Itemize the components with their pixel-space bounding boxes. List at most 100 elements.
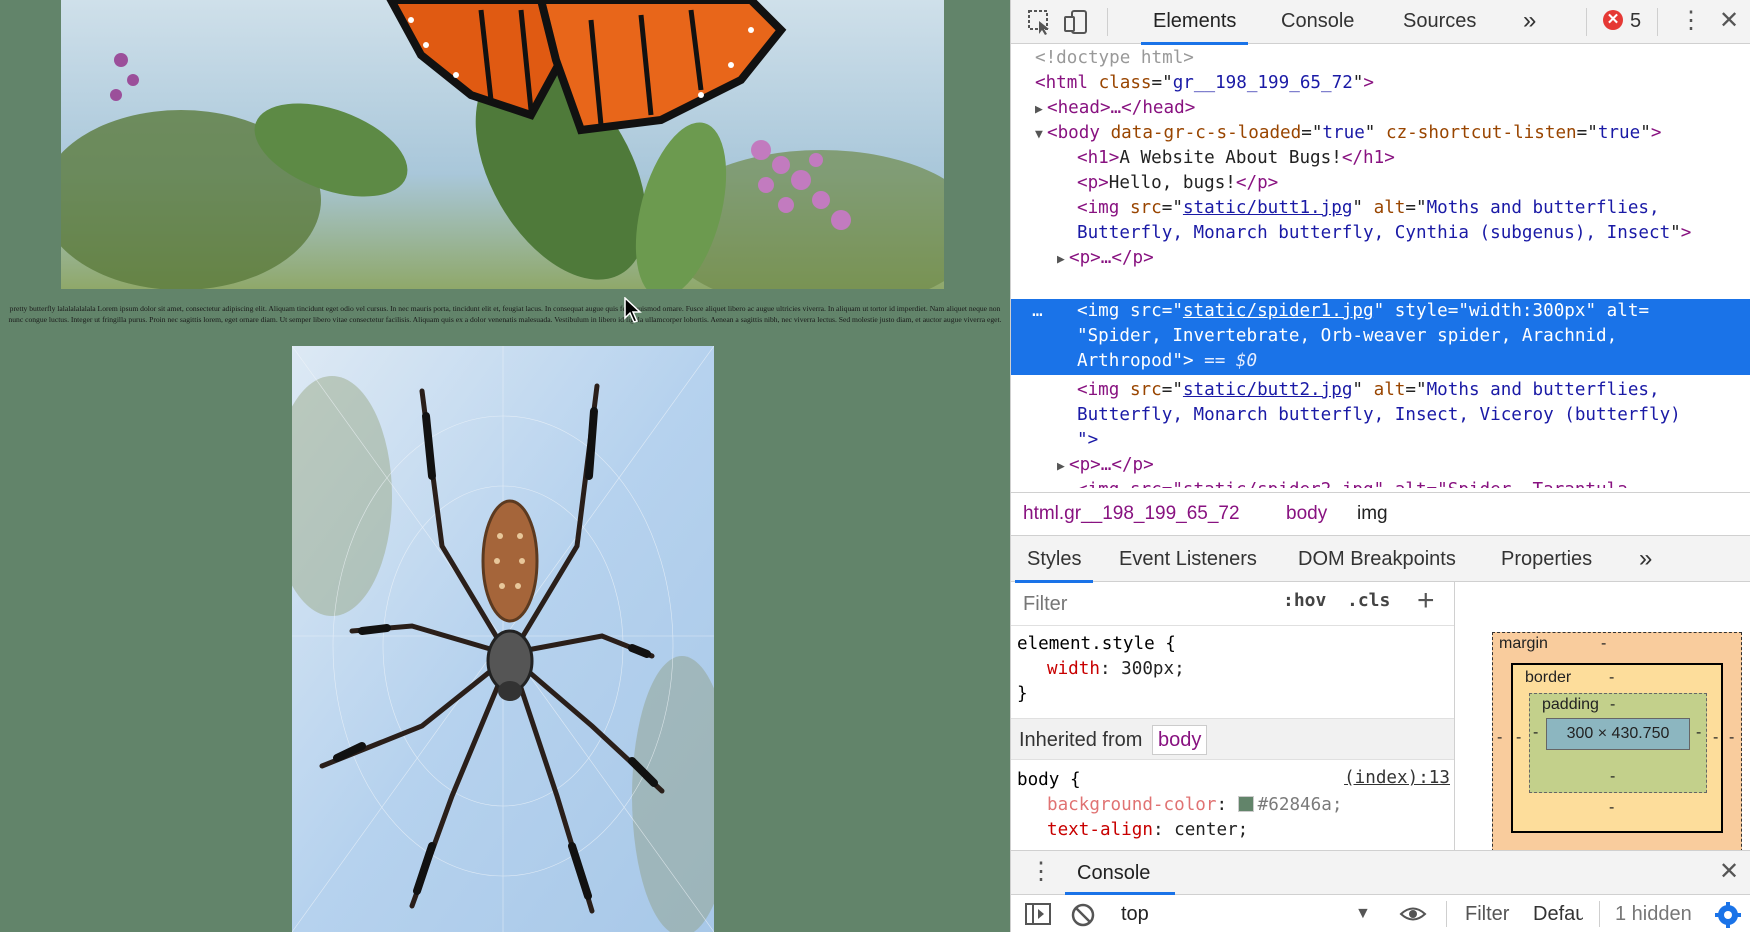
toolbar-separator <box>1599 901 1600 927</box>
border-right-value: - <box>1713 729 1719 746</box>
new-rule-plus-icon[interactable]: + <box>1417 584 1435 618</box>
margin-label: margin <box>1499 635 1548 652</box>
console-drawer-header: ⋮ Console ✕ <box>1011 851 1750 895</box>
kebab-menu-icon[interactable]: ⋮ <box>1679 6 1703 36</box>
console-drawer: ⋮ Console ✕ top ▼ Filter Defau 1 hidden <box>1011 850 1750 932</box>
close-icon[interactable]: ✕ <box>1719 6 1739 36</box>
box-model-margin[interactable]: margin - - - border - - - - padding - - … <box>1492 632 1742 850</box>
styles-pane: :hov .cls + element.style { width: 300px… <box>1011 582 1455 850</box>
box-model-diagram: margin - - - border - - - - padding - - … <box>1456 582 1750 850</box>
dom-p-collapsed-node[interactable]: ▶ <p>…</p> <box>1057 453 1750 479</box>
drawer-tab-console[interactable]: Console <box>1077 851 1150 895</box>
border-bottom-value: - <box>1609 799 1615 816</box>
inspect-element-icon[interactable] <box>1027 9 1053 35</box>
border-label: border <box>1525 669 1572 686</box>
toolbar-separator <box>1107 8 1108 36</box>
console-filter-input[interactable]: Filter <box>1465 895 1509 932</box>
settings-gear-icon[interactable] <box>1715 902 1741 928</box>
inherited-body-link[interactable]: body <box>1151 725 1208 755</box>
padding-label: padding <box>1542 696 1599 713</box>
tab-properties[interactable]: Properties <box>1501 536 1592 582</box>
dom-img3-node[interactable]: <img src="static/butt2.jpg" alt="Moths a… <box>1077 378 1750 403</box>
dom-body-node[interactable]: ▼ <body data-gr-c-s-loaded="true" cz-shor… <box>1035 121 1750 147</box>
dom-img1-node-cont: Butterfly, Monarch butterfly, Cynthia (s… <box>1077 223 1692 243</box>
styles-filter-input[interactable] <box>1017 588 1261 620</box>
devtools-toolbar: Elements Console Sources » ✕ 5 ⋮ ✕ <box>1011 0 1750 45</box>
dom-doctype[interactable]: <!doctype html> <box>1035 46 1750 71</box>
margin-left-value: - <box>1497 729 1503 746</box>
expand-triangle-icon[interactable]: ▶ <box>1057 247 1069 272</box>
toolbar-separator <box>1446 901 1447 927</box>
dom-img4-node[interactable]: <img src="static/spider2.jpg" alt="Spide… <box>1077 478 1750 488</box>
devtools-panel: Elements Console Sources » ✕ 5 ⋮ ✕ <!doc… <box>1010 0 1750 932</box>
more-tabs-button[interactable]: » <box>1523 0 1536 44</box>
padding-top-value: - <box>1610 696 1616 713</box>
dom-h1-node[interactable]: <h1>A Website About Bugs!</h1> <box>1077 146 1750 171</box>
toolbar-separator <box>1657 8 1658 36</box>
dom-img1-node[interactable]: <img src="static/butt1.jpg" alt="Moths a… <box>1077 196 1750 221</box>
styles-filter-row: :hov .cls + <box>1011 582 1454 626</box>
expand-triangle-icon[interactable]: ▶ <box>1057 454 1069 479</box>
element-style-width[interactable]: width: 300px; <box>1047 657 1454 682</box>
lorem-paragraph: pretty butterfly lalalalalalala Lorem ip… <box>8 304 1002 324</box>
spider-image <box>292 346 714 932</box>
hov-toggle[interactable]: :hov <box>1283 590 1326 611</box>
error-icon[interactable]: ✕ <box>1603 10 1623 30</box>
padding-left-value: - <box>1533 724 1539 741</box>
log-levels-dropdown[interactable]: Defau <box>1533 895 1583 932</box>
box-model-border[interactable]: border - - - - padding - - - - 300 × 430… <box>1511 663 1723 833</box>
dom-img3-node-cont: Butterfly, Monarch butterfly, Insect, Vi… <box>1077 405 1681 425</box>
device-toolbar-icon[interactable] <box>1063 9 1089 35</box>
body-rule-source-link[interactable]: (index):13 <box>1344 768 1450 788</box>
expand-triangle-icon[interactable]: ▶ <box>1035 97 1047 122</box>
breadcrumb-body[interactable]: body <box>1286 493 1327 535</box>
body-text-align[interactable]: text-align: center; <box>1047 818 1454 843</box>
more-subtabs-button[interactable]: » <box>1639 536 1652 582</box>
tab-console[interactable]: Console <box>1281 0 1354 44</box>
box-model-padding[interactable]: padding - - - - 300 × 430.750 <box>1529 693 1707 793</box>
inherited-from-header: Inherited from body <box>1011 718 1454 760</box>
border-left-value: - <box>1516 729 1522 746</box>
breadcrumb-html[interactable]: html.gr__198_199_65_72 <box>1023 493 1240 535</box>
body-background-color[interactable]: background-color: #62846a; <box>1047 793 1454 818</box>
collapse-triangle-icon[interactable]: ▼ <box>1035 122 1047 147</box>
cls-toggle[interactable]: .cls <box>1347 590 1390 611</box>
error-count[interactable]: 5 <box>1630 0 1641 44</box>
padding-bottom-value: - <box>1610 768 1616 785</box>
console-toolbar: top ▼ Filter Defau 1 hidden <box>1011 895 1750 932</box>
sidebar-toggle-icon[interactable] <box>1025 903 1051 925</box>
hidden-count: 1 hidden <box>1615 903 1692 925</box>
element-style-selector: element.style { <box>1017 634 1176 654</box>
dom-html-node[interactable]: <html class="gr__198_199_65_72"> <box>1035 71 1750 96</box>
color-swatch-icon[interactable] <box>1237 796 1254 812</box>
breadcrumb: html.gr__198_199_65_72 body img <box>1011 492 1750 536</box>
page-viewport: pretty butterfly lalalalalalala Lorem ip… <box>0 0 1010 932</box>
clear-console-icon[interactable] <box>1071 903 1095 927</box>
styles-subtabs: Styles Event Listeners DOM Breakpoints P… <box>1011 536 1750 583</box>
tab-styles[interactable]: Styles <box>1014 536 1095 583</box>
dom-p-node[interactable]: <p>Hello, bugs!</p> <box>1077 171 1750 196</box>
inherited-label: Inherited from <box>1019 729 1143 751</box>
breadcrumb-img[interactable]: img <box>1357 493 1388 535</box>
dom-head-node[interactable]: ▶ <head>…</head> <box>1035 96 1750 122</box>
context-dropdown-icon[interactable]: ▼ <box>1355 895 1371 932</box>
mouse-cursor-icon <box>624 297 642 323</box>
box-model-content[interactable]: 300 × 430.750 <box>1546 718 1690 750</box>
eye-icon[interactable] <box>1399 903 1427 925</box>
dom-img3-node-end: "> <box>1077 430 1099 450</box>
dom-selected-img-node[interactable]: … <img src="static/spider1.jpg" style="w… <box>1011 299 1750 375</box>
element-style-close: } <box>1017 684 1028 704</box>
tab-event-listeners[interactable]: Event Listeners <box>1119 536 1257 582</box>
tab-dom-breakpoints[interactable]: DOM Breakpoints <box>1298 536 1456 582</box>
padding-right-value: - <box>1696 724 1702 741</box>
border-top-value: - <box>1609 669 1615 686</box>
tab-elements[interactable]: Elements <box>1140 0 1249 45</box>
margin-top-value: - <box>1601 635 1607 652</box>
dom-p-collapsed-node[interactable]: ▶ <p>…</p> <box>1057 246 1750 272</box>
tab-sources[interactable]: Sources <box>1403 0 1476 44</box>
context-selector[interactable]: top <box>1121 895 1149 932</box>
drawer-close-icon[interactable]: ✕ <box>1719 857 1739 887</box>
toolbar-separator <box>1586 8 1587 36</box>
butterfly-image <box>61 0 944 289</box>
drawer-menu-icon[interactable]: ⋮ <box>1029 857 1053 887</box>
